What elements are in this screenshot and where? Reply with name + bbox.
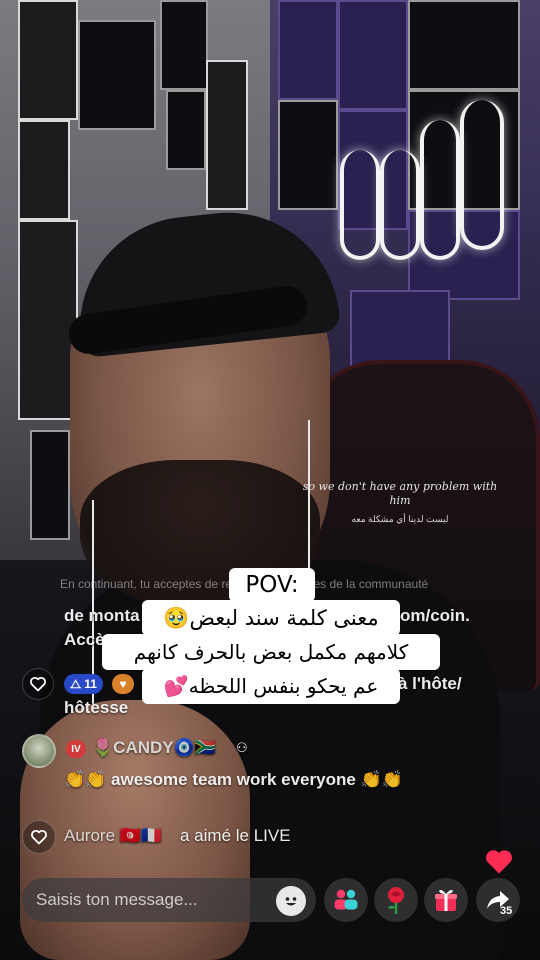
comment-message: 👏👏 awesome team work everyone 👏👏 (64, 770, 403, 789)
caption-line-1: معنى كلمة سند لبعض🥹 (142, 600, 400, 636)
rose-icon (388, 887, 404, 914)
wall-poster (18, 220, 78, 420)
arabic-subtitle: ليست لدينا أي مشكلة معه (351, 514, 449, 524)
live-video-frame: so we don't have any problem with him لي… (0, 0, 540, 960)
host-like-button[interactable] (22, 668, 54, 700)
wall-poster (18, 0, 78, 120)
wall-poster (160, 0, 208, 90)
caption-line-2: كلامهم مكمل بعض بالحرف كانهم (102, 634, 440, 670)
info-text-start: de monta (64, 606, 140, 625)
like-event-username[interactable]: Aurore 🇹🇳🇫🇷 (64, 826, 162, 846)
wall-poster (30, 430, 70, 540)
avatar[interactable] (22, 734, 56, 768)
english-subtitle: so we don't have any problem with him (302, 480, 498, 507)
message-input[interactable] (22, 878, 316, 922)
like-live-button[interactable] (22, 820, 56, 854)
neon-light (420, 120, 460, 260)
wall-poster (338, 0, 408, 110)
host-text-line2: hôtesse (64, 698, 129, 717)
caption-pov: POV: (229, 568, 315, 602)
wall-poster (206, 60, 248, 210)
heart-outline-icon (30, 676, 46, 692)
share-button[interactable] (476, 878, 520, 922)
neon-light (460, 100, 504, 250)
level-badge: IV (66, 740, 86, 758)
gift-icon (435, 890, 457, 911)
team-icon: ⚇ (236, 740, 248, 755)
heart-badge-icon: ♥ (119, 677, 127, 691)
wall-poster (278, 0, 338, 100)
heart-badge: ♥ (112, 674, 134, 694)
heart-filled-icon (486, 850, 512, 874)
emoji-icon (281, 891, 301, 911)
neon-light (380, 150, 420, 260)
guests-icon (334, 889, 358, 910)
wall-poster (166, 90, 206, 170)
level-badge-value: 11 (84, 677, 97, 691)
triangle-level-icon: ⧍ (70, 676, 82, 691)
level-badge: ⧍ 11 (64, 674, 103, 694)
heart-outline-icon (31, 829, 47, 845)
info-text-end: om/coin. (400, 606, 470, 625)
emoji-button[interactable] (276, 886, 306, 916)
wall-poster (18, 120, 70, 220)
comment-username[interactable]: 🌷CANDY🧿🇿🇦 (92, 738, 216, 758)
guests-button[interactable] (324, 878, 368, 922)
rose-button[interactable] (374, 878, 418, 922)
neon-light (340, 150, 380, 260)
wall-poster (278, 100, 338, 210)
wall-poster (408, 0, 520, 90)
info-text-line2: Accè (64, 630, 105, 649)
caption-line-3: عم يحكو بنفس اللحظه💕 (142, 668, 400, 704)
like-event-action: a aimé le LIVE (180, 826, 291, 845)
host-text-end: à l'hôte/ (398, 674, 462, 693)
gift-button[interactable] (424, 878, 468, 922)
share-count: 35 (500, 905, 513, 917)
wall-poster (78, 20, 156, 130)
